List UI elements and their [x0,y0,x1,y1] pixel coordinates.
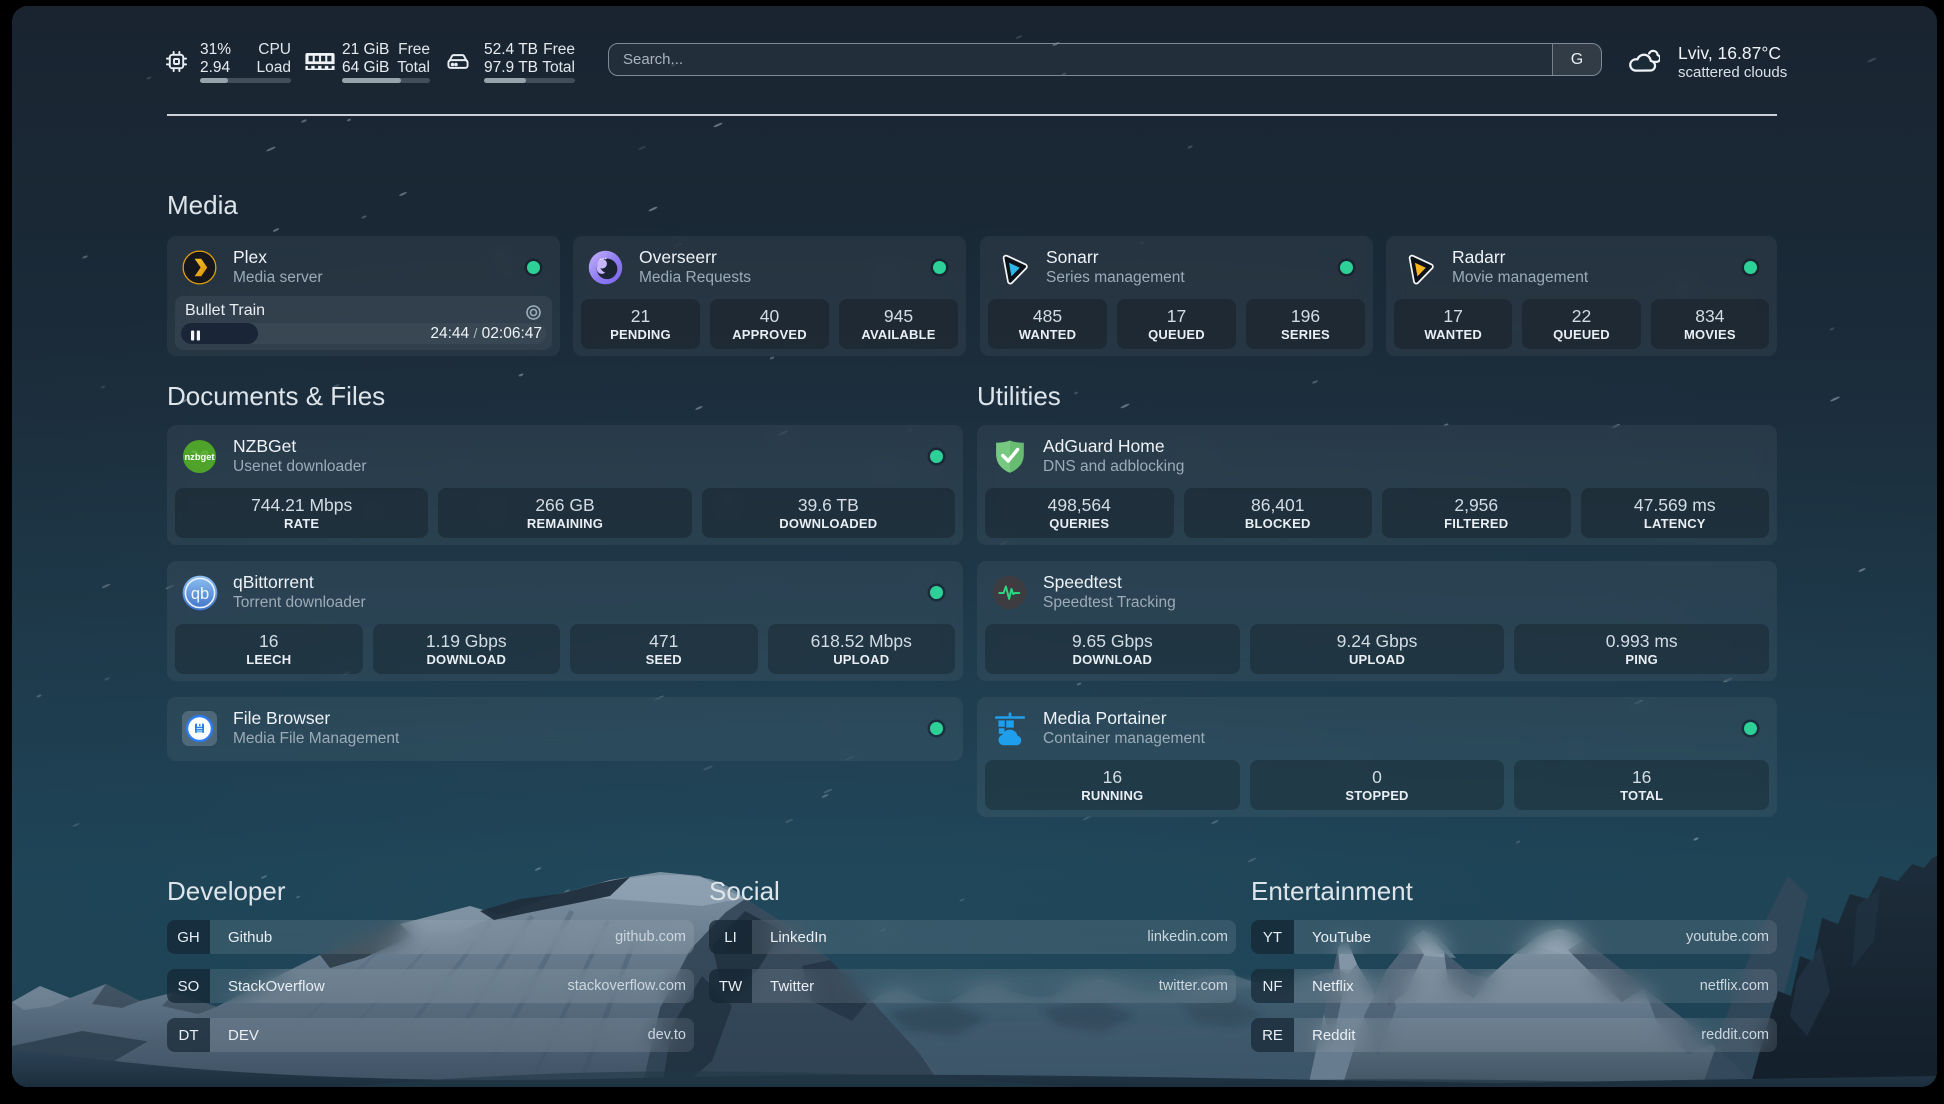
svg-text:qb: qb [191,585,209,603]
svg-text:nzbget: nzbget [184,452,214,462]
